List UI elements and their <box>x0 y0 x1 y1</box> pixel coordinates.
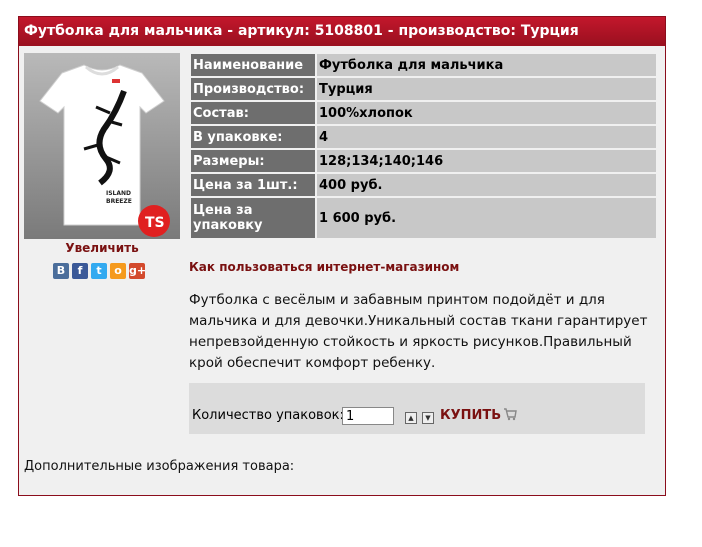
spec-row: В упаковке: 4 <box>191 126 656 148</box>
quantity-up-icon[interactable]: ▲ <box>405 412 417 424</box>
buy-button[interactable]: КУПИТЬ <box>440 408 518 423</box>
spec-value: 4 <box>317 126 656 148</box>
spec-row: Наименование Футболка для мальчика <box>191 54 656 76</box>
spec-value: 100%хлопок <box>317 102 656 124</box>
social-share-bar: В f t о g+ <box>53 263 146 279</box>
vk-icon[interactable]: В <box>53 263 69 279</box>
spec-key: Цена за 1шт.: <box>191 174 315 196</box>
tshirt-image: ISLAND BREEZE TS <box>39 64 170 237</box>
spec-row: Размеры: 128;134;140;146 <box>191 150 656 172</box>
buy-box: Количество упаковок: 1 ▲ ▼ КУПИТЬ <box>189 383 645 434</box>
buy-label: КУПИТЬ <box>440 408 502 423</box>
twitter-icon[interactable]: t <box>91 263 107 279</box>
quantity-input[interactable]: 1 <box>342 407 394 425</box>
print-text-2: BREEZE <box>106 198 132 205</box>
spec-row: Цена за упаковку 1 600 руб. <box>191 198 656 238</box>
howto-link[interactable]: Как пользоваться интернет-магазином <box>189 260 459 274</box>
quantity-label: Количество упаковок: <box>192 408 344 423</box>
quantity-down-icon[interactable]: ▼ <box>422 412 434 424</box>
extra-images-label: Дополнительные изображения товара: <box>24 459 295 474</box>
facebook-icon[interactable]: f <box>72 263 88 279</box>
spec-key: В упаковке: <box>191 126 315 148</box>
spec-value: 1 600 руб. <box>317 198 656 238</box>
spec-table: Наименование Футболка для мальчика Произв… <box>189 52 658 240</box>
product-photo[interactable]: ISLAND BREEZE TS <box>24 53 180 239</box>
spec-key: Состав: <box>191 102 315 124</box>
spec-key: Цена за упаковку <box>191 198 315 238</box>
cart-icon <box>504 408 518 421</box>
odnoklassniki-icon[interactable]: о <box>110 263 126 279</box>
spec-row: Производство: Турция <box>191 78 656 100</box>
spec-value: Турция <box>317 78 656 100</box>
spec-value: Футболка для мальчика <box>317 54 656 76</box>
product-description: Футболка с весёлым и забавным принтом по… <box>189 292 648 371</box>
spec-key: Размеры: <box>191 150 315 172</box>
spec-value: 400 руб. <box>317 174 656 196</box>
google-plus-icon[interactable]: g+ <box>129 263 146 279</box>
brand-logo-text: TS <box>145 215 165 231</box>
spec-value: 128;134;140;146 <box>317 150 656 172</box>
spec-row: Цена за 1шт.: 400 руб. <box>191 174 656 196</box>
product-title: Футболка для мальчика - артикул: 5108801… <box>19 17 665 46</box>
product-panel: Футболка для мальчика - артикул: 5108801… <box>18 16 666 496</box>
spec-key: Наименование <box>191 54 315 76</box>
spec-key: Производство: <box>191 78 315 100</box>
spec-row: Состав: 100%хлопок <box>191 102 656 124</box>
zoom-link[interactable]: Увеличить <box>24 241 180 255</box>
print-text-1: ISLAND <box>106 190 131 197</box>
